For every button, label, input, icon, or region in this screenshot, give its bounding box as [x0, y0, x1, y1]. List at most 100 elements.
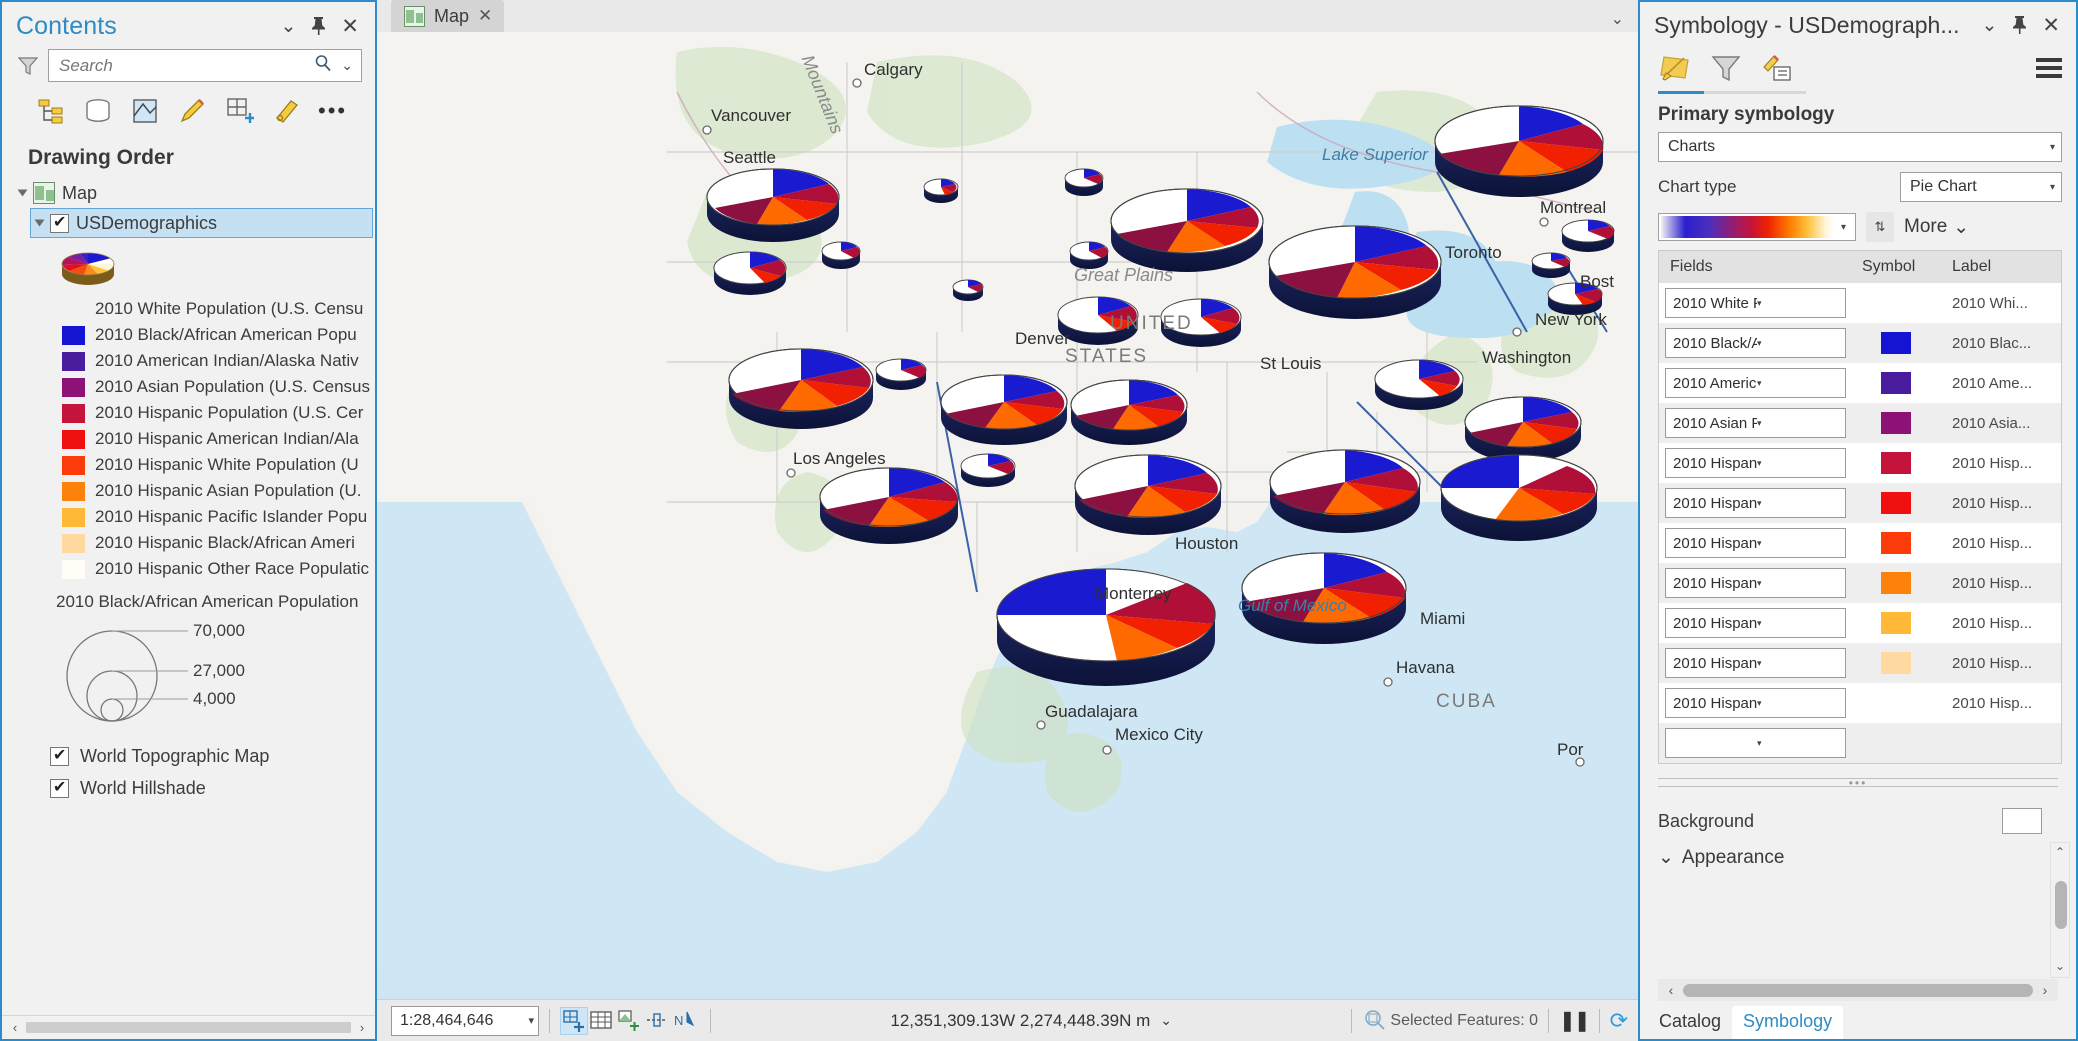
scroll-left-arrow-icon[interactable]: ‹ [1662, 982, 1680, 998]
field-cell[interactable]: 2010 Black/African...▾ [1659, 328, 1851, 358]
toc-map-node[interactable]: Map [14, 178, 375, 208]
chevron-down-icon[interactable]: ⌄ [280, 17, 296, 36]
close-icon[interactable]: ✕ [478, 6, 492, 26]
scroll-right-arrow-icon[interactable]: › [353, 1020, 371, 1035]
tab-map[interactable]: Map ✕ [391, 0, 505, 32]
label-cell[interactable]: 2010 Hisp... [1941, 575, 2061, 592]
scrollbar-thumb[interactable] [2055, 881, 2067, 929]
list-item[interactable]: 2010 American Indian/Alaska Nativ [62, 348, 375, 374]
symbol-swatch[interactable] [1881, 572, 1911, 594]
symbol-swatch[interactable] [1881, 532, 1911, 554]
list-by-editing-icon[interactable] [177, 96, 207, 126]
symbol-swatch[interactable] [1881, 452, 1911, 474]
table-row[interactable]: 2010 American Indi...▾ 2010 Ame... [1659, 363, 2061, 403]
expand-triangle-icon[interactable] [17, 189, 28, 197]
table-row[interactable]: 2010 Asian Populati...▾ 2010 Asia... [1659, 403, 2061, 443]
reverse-order-button[interactable]: ⇅ [1866, 212, 1894, 242]
identify-icon[interactable] [616, 1007, 644, 1035]
chevron-down-icon[interactable]: ▾ [1834, 222, 1853, 233]
label-cell[interactable]: 2010 Whi... [1941, 295, 2061, 312]
symbol-cell[interactable] [1851, 492, 1941, 514]
symbol-swatch[interactable] [1881, 332, 1911, 354]
field-cell[interactable]: 2010 Hispanic Pacifi...▾ [1659, 608, 1851, 638]
field-cell[interactable]: 2010 Hispanic Othe...▾ [1659, 688, 1851, 718]
chevron-down-icon[interactable]: ▾ [2050, 142, 2055, 153]
background-color-swatch[interactable] [2002, 808, 2042, 834]
scrollbar-thumb[interactable] [1683, 983, 2033, 997]
symbology-vertical-scrollbar[interactable]: ⌃ ⌄ [2050, 842, 2070, 978]
table-row[interactable]: 2010 White Populat...▾ 2010 Whi... [1659, 283, 2061, 323]
list-by-data-source-icon[interactable] [83, 96, 113, 126]
symbology-horizontal-scrollbar[interactable]: ‹ › [1658, 979, 2058, 1001]
expand-triangle-icon[interactable] [34, 219, 45, 227]
scroll-up-arrow-icon[interactable]: ⌃ [2051, 843, 2069, 861]
field-cell[interactable]: 2010 Hispanic Black...▾ [1659, 648, 1851, 678]
list-item[interactable]: 2010 Black/African American Popu [62, 322, 375, 348]
symbol-cell[interactable] [1851, 372, 1941, 394]
close-icon[interactable]: ✕ [341, 16, 359, 37]
scrollbar-thumb[interactable] [26, 1022, 351, 1033]
list-by-snapping-icon[interactable] [224, 96, 255, 126]
field-cell[interactable]: 2010 White Populat...▾ [1659, 288, 1851, 318]
chevron-down-icon[interactable]: ▾ [1757, 698, 1841, 709]
close-icon[interactable]: ✕ [2042, 15, 2060, 36]
label-cell[interactable]: 2010 Hisp... [1941, 695, 2061, 712]
table-row-empty[interactable]: ▾ [1659, 723, 2061, 763]
symb-options-menu-icon[interactable] [2036, 58, 2062, 78]
list-item[interactable]: 2010 Hispanic Other Race Populatic [62, 556, 375, 582]
list-by-selection-icon[interactable] [130, 96, 160, 126]
more-options-icon[interactable]: ••• [318, 100, 347, 123]
chevron-down-icon[interactable]: ⌄ [1611, 9, 1624, 29]
label-cell[interactable]: 2010 Hisp... [1941, 495, 2061, 512]
symbol-cell[interactable] [1851, 452, 1941, 474]
symbol-cell[interactable] [1851, 332, 1941, 354]
label-cell[interactable]: 2010 Hisp... [1941, 455, 2061, 472]
symbol-swatch[interactable] [1881, 292, 1911, 314]
symbol-cell[interactable] [1851, 612, 1941, 634]
resize-grip[interactable]: ••• [1658, 777, 2058, 790]
vary-by-attribute-icon[interactable] [1760, 51, 1794, 85]
toc-layer-usdemographics[interactable]: USDemographics [30, 208, 373, 238]
tab-catalog[interactable]: Catalog [1648, 1006, 1732, 1039]
map-scale-selector[interactable]: 1:28,464,646 ▾ [391, 1005, 539, 1036]
basemap-visibility-checkbox[interactable] [50, 777, 69, 798]
chevron-down-icon[interactable]: ▾ [528, 1014, 534, 1027]
symbol-swatch[interactable] [1881, 412, 1911, 434]
field-cell[interactable]: 2010 Hispanic Popu...▾ [1659, 448, 1851, 478]
scroll-left-arrow-icon[interactable]: ‹ [6, 1020, 24, 1035]
chevron-down-icon[interactable]: ⌄ [1658, 846, 1674, 869]
chevron-down-icon[interactable]: ▾ [1757, 458, 1841, 469]
search-options-chevron-icon[interactable]: ⌄ [337, 57, 357, 74]
chevron-down-icon[interactable]: ▾ [1757, 578, 1841, 589]
search-input[interactable]: Search ⌄ [48, 49, 362, 82]
symbol-cell[interactable] [1851, 412, 1941, 434]
symbol-cell[interactable] [1851, 692, 1941, 714]
label-cell[interactable]: 2010 Asia... [1941, 415, 2061, 432]
contents-horizontal-scrollbar[interactable]: ‹ › [2, 1015, 375, 1039]
symbol-swatch[interactable] [1881, 652, 1911, 674]
symbol-swatch[interactable] [1881, 692, 1911, 714]
list-item[interactable]: 2010 Hispanic White Population (U [62, 452, 375, 478]
layer-visibility-checkbox[interactable] [50, 212, 69, 233]
symbol-swatch[interactable] [1881, 612, 1911, 634]
filter-icon[interactable] [1709, 51, 1743, 85]
list-item[interactable]: 2010 White Population (U.S. Censu [62, 296, 375, 322]
list-item[interactable]: World Topographic Map [50, 740, 375, 772]
chevron-down-icon[interactable]: ⌄ [1160, 1012, 1172, 1029]
list-item[interactable]: World Hillshade [50, 772, 375, 804]
list-item[interactable]: 2010 Asian Population (U.S. Census [62, 374, 375, 400]
scroll-down-arrow-icon[interactable]: ⌄ [2051, 957, 2069, 975]
more-button[interactable]: More ⌄ [1904, 216, 1969, 239]
chevron-down-icon[interactable]: ⌄ [1981, 16, 1997, 35]
chevron-down-icon[interactable]: ▾ [1757, 618, 1841, 629]
label-cell[interactable]: 2010 Ame... [1941, 375, 2061, 392]
chevron-down-icon[interactable]: ▾ [1757, 538, 1841, 549]
scroll-right-arrow-icon[interactable]: › [2036, 982, 2054, 998]
symbology-gallery-icon[interactable] [1658, 51, 1692, 85]
search-icon[interactable] [309, 54, 337, 77]
field-cell[interactable]: 2010 Hispanic Asia...▾ [1659, 568, 1851, 598]
list-by-drawing-order-icon[interactable] [36, 96, 66, 126]
chevron-down-icon[interactable]: ⌄ [1953, 216, 1969, 239]
color-ramp-select[interactable]: ▾ [1658, 213, 1856, 241]
table-row[interactable]: 2010 Hispanic Popu...▾ 2010 Hisp... [1659, 443, 2061, 483]
